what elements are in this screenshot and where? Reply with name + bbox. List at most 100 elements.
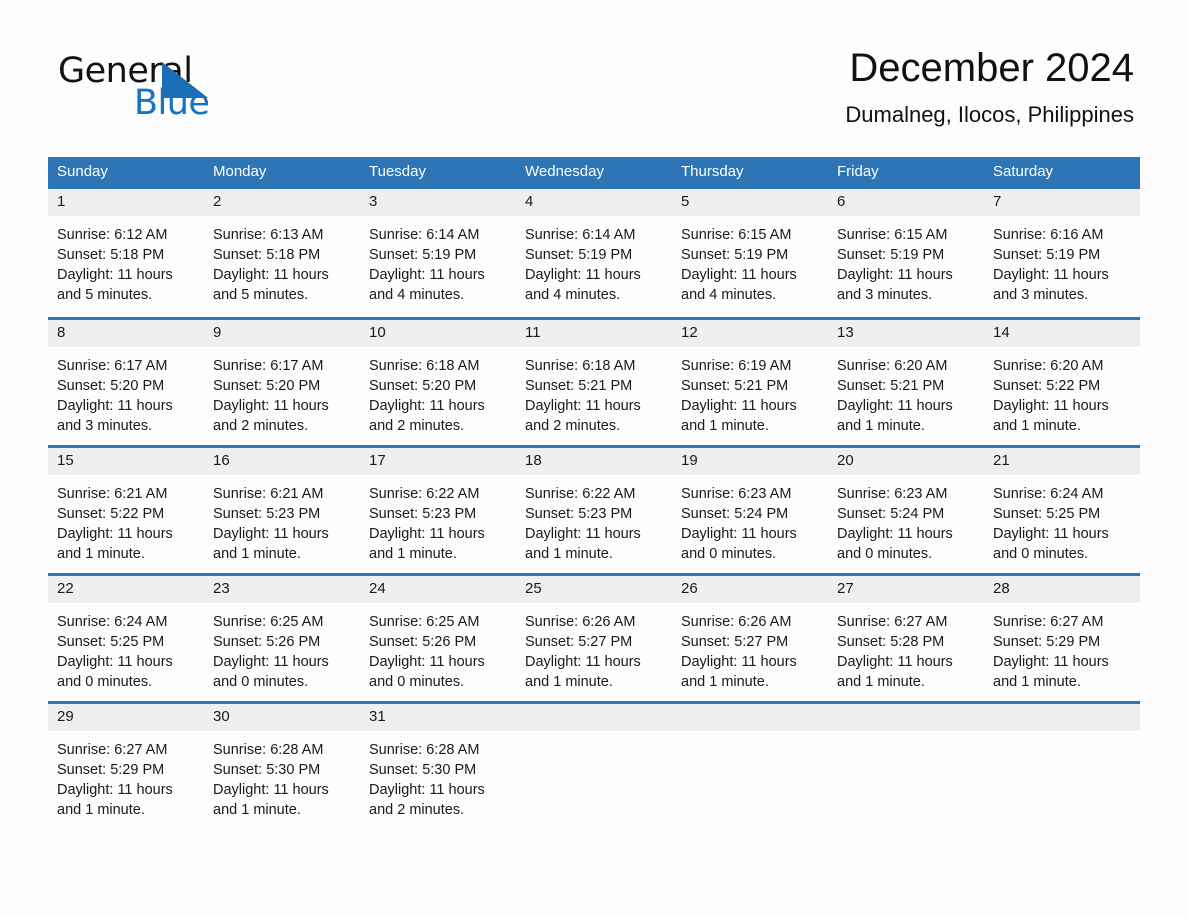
daylight-text-line2: and 0 minutes. bbox=[213, 673, 309, 690]
daylight-text-line2: and 5 minutes. bbox=[57, 286, 153, 303]
calendar-day-cell[interactable]: 1 Sunrise: 6:12 AM Sunset: 5:18 PM Daylight… bbox=[48, 188, 204, 317]
calendar-day-cell[interactable]: 30 Sunrise: 6:28 AM Sunset: 5:30 PM Dayligh… bbox=[204, 700, 360, 829]
daylight-text-line2: and 1 minute. bbox=[57, 801, 145, 818]
calendar-day-cell[interactable]: 26 Sunrise: 6:26 AM Sunset: 5:27 PM Dayligh… bbox=[672, 572, 828, 701]
sunrise-text: Sunrise: 6:14 AM bbox=[525, 226, 636, 243]
calendar-day-cell[interactable]: 22 Sunrise: 6:24 AM Sunset: 5:25 PM Dayligh… bbox=[48, 572, 204, 701]
daylight-text-line2: and 1 minute. bbox=[213, 801, 301, 818]
sunrise-text: Sunrise: 6:21 AM bbox=[57, 485, 168, 502]
daylight-text-line2: and 2 minutes. bbox=[525, 417, 621, 434]
day-details: Sunrise: 6:19 AM Sunset: 5:21 PM Daylight:… bbox=[672, 347, 828, 436]
calendar-day-cell[interactable]: 25 Sunrise: 6:26 AM Sunset: 5:27 PM Dayligh… bbox=[516, 572, 672, 701]
calendar-day-cell[interactable]: 19 Sunrise: 6:23 AM Sunset: 5:24 PM Dayligh… bbox=[672, 444, 828, 573]
calendar-day-cell[interactable]: 9 Sunrise: 6:17 AM Sunset: 5:20 PM Daylight… bbox=[204, 316, 360, 445]
daylight-text-line2: and 1 minute. bbox=[681, 673, 769, 690]
calendar-day-cell[interactable]: 20 Sunrise: 6:23 AM Sunset: 5:24 PM Dayligh… bbox=[828, 444, 984, 573]
calendar-day-cell[interactable]: 18 Sunrise: 6:22 AM Sunset: 5:23 PM Dayligh… bbox=[516, 444, 672, 573]
daylight-text-line1: Daylight: 11 hours bbox=[525, 525, 641, 542]
calendar-day-cell[interactable] bbox=[672, 700, 828, 829]
day-number: 3 bbox=[360, 188, 516, 216]
calendar-day-cell[interactable]: 31 Sunrise: 6:28 AM Sunset: 5:30 PM Dayligh… bbox=[360, 700, 516, 829]
calendar-day-cell[interactable]: 23 Sunrise: 6:25 AM Sunset: 5:26 PM Dayligh… bbox=[204, 572, 360, 701]
day-details: Sunrise: 6:15 AM Sunset: 5:19 PM Daylight:… bbox=[672, 216, 828, 305]
sunrise-text: Sunrise: 6:28 AM bbox=[369, 741, 480, 758]
daylight-text-line1: Daylight: 11 hours bbox=[57, 525, 173, 542]
day-details: Sunrise: 6:28 AM Sunset: 5:30 PM Daylight:… bbox=[204, 731, 360, 820]
sunset-text: Sunset: 5:26 PM bbox=[213, 633, 321, 650]
sunset-text: Sunset: 5:29 PM bbox=[57, 761, 165, 778]
day-number: 27 bbox=[828, 575, 984, 603]
daylight-text-line1: Daylight: 11 hours bbox=[681, 397, 797, 414]
day-details: Sunrise: 6:24 AM Sunset: 5:25 PM Daylight:… bbox=[48, 603, 204, 692]
calendar-day-cell[interactable]: 3 Sunrise: 6:14 AM Sunset: 5:19 PM Daylight… bbox=[360, 188, 516, 317]
calendar-day-cell[interactable]: 5 Sunrise: 6:15 AM Sunset: 5:19 PM Daylight… bbox=[672, 188, 828, 317]
day-number: 28 bbox=[984, 575, 1140, 603]
sunrise-text: Sunrise: 6:24 AM bbox=[57, 613, 168, 630]
sunrise-text: Sunrise: 6:27 AM bbox=[993, 613, 1104, 630]
daylight-text-line2: and 0 minutes. bbox=[681, 545, 777, 562]
day-details: Sunrise: 6:27 AM Sunset: 5:29 PM Daylight:… bbox=[48, 731, 204, 820]
day-details: Sunrise: 6:25 AM Sunset: 5:26 PM Daylight:… bbox=[360, 603, 516, 692]
day-number: 17 bbox=[360, 447, 516, 475]
day-cell-inner: 30 Sunrise: 6:28 AM Sunset: 5:30 PM Dayligh… bbox=[204, 700, 360, 829]
sunset-text: Sunset: 5:22 PM bbox=[57, 505, 165, 522]
calendar-day-cell[interactable]: 11 Sunrise: 6:18 AM Sunset: 5:21 PM Dayligh… bbox=[516, 316, 672, 445]
calendar-body: 1 Sunrise: 6:12 AM Sunset: 5:18 PM Daylight… bbox=[48, 188, 1140, 829]
day-cell-inner: 3 Sunrise: 6:14 AM Sunset: 5:19 PM Daylight… bbox=[360, 188, 516, 317]
calendar-day-cell[interactable] bbox=[984, 700, 1140, 829]
day-details: Sunrise: 6:21 AM Sunset: 5:22 PM Daylight:… bbox=[48, 475, 204, 564]
daylight-text-line1: Daylight: 11 hours bbox=[369, 397, 485, 414]
page-title: December 2024 bbox=[849, 46, 1134, 90]
calendar-day-cell[interactable]: 4 Sunrise: 6:14 AM Sunset: 5:19 PM Daylight… bbox=[516, 188, 672, 317]
day-details: Sunrise: 6:21 AM Sunset: 5:23 PM Daylight:… bbox=[204, 475, 360, 564]
calendar-day-cell[interactable]: 17 Sunrise: 6:22 AM Sunset: 5:23 PM Dayligh… bbox=[360, 444, 516, 573]
weekday-header-friday: Friday bbox=[828, 157, 984, 189]
day-details: Sunrise: 6:17 AM Sunset: 5:20 PM Daylight:… bbox=[48, 347, 204, 436]
day-number: 15 bbox=[48, 447, 204, 475]
generalblue-logo[interactable]: General Blue bbox=[58, 54, 288, 134]
daylight-text-line1: Daylight: 11 hours bbox=[525, 397, 641, 414]
calendar-day-cell[interactable]: 15 Sunrise: 6:21 AM Sunset: 5:22 PM Dayligh… bbox=[48, 444, 204, 573]
calendar-day-cell[interactable]: 12 Sunrise: 6:19 AM Sunset: 5:21 PM Dayligh… bbox=[672, 316, 828, 445]
daylight-text-line1: Daylight: 11 hours bbox=[213, 781, 329, 798]
day-number: 10 bbox=[360, 319, 516, 347]
calendar-day-cell[interactable]: 14 Sunrise: 6:20 AM Sunset: 5:22 PM Dayligh… bbox=[984, 316, 1140, 445]
sunrise-text: Sunrise: 6:23 AM bbox=[837, 485, 948, 502]
day-cell-inner: 5 Sunrise: 6:15 AM Sunset: 5:19 PM Daylight… bbox=[672, 188, 828, 317]
calendar-day-cell[interactable]: 2 Sunrise: 6:13 AM Sunset: 5:18 PM Daylight… bbox=[204, 188, 360, 317]
sunrise-text: Sunrise: 6:26 AM bbox=[681, 613, 792, 630]
calendar-week-row: 8 Sunrise: 6:17 AM Sunset: 5:20 PM Daylight… bbox=[48, 316, 1140, 445]
calendar-day-cell[interactable]: 8 Sunrise: 6:17 AM Sunset: 5:20 PM Daylight… bbox=[48, 316, 204, 445]
sunset-text: Sunset: 5:19 PM bbox=[681, 246, 789, 263]
sunset-text: Sunset: 5:18 PM bbox=[57, 246, 165, 263]
calendar-day-cell[interactable]: 13 Sunrise: 6:20 AM Sunset: 5:21 PM Dayligh… bbox=[828, 316, 984, 445]
calendar-day-cell[interactable]: 16 Sunrise: 6:21 AM Sunset: 5:23 PM Dayligh… bbox=[204, 444, 360, 573]
sunset-text: Sunset: 5:24 PM bbox=[837, 505, 945, 522]
calendar-day-cell[interactable]: 7 Sunrise: 6:16 AM Sunset: 5:19 PM Daylight… bbox=[984, 188, 1140, 317]
calendar-day-cell[interactable]: 6 Sunrise: 6:15 AM Sunset: 5:19 PM Daylight… bbox=[828, 188, 984, 317]
calendar-day-cell[interactable]: 29 Sunrise: 6:27 AM Sunset: 5:29 PM Dayligh… bbox=[48, 700, 204, 829]
day-number: 31 bbox=[360, 703, 516, 731]
page-subtitle-location: Dumalneg, Ilocos, Philippines bbox=[845, 102, 1134, 127]
sunrise-text: Sunrise: 6:18 AM bbox=[369, 357, 480, 374]
calendar-day-cell[interactable] bbox=[516, 700, 672, 829]
day-details: Sunrise: 6:23 AM Sunset: 5:24 PM Daylight:… bbox=[672, 475, 828, 564]
daylight-text-line1: Daylight: 11 hours bbox=[525, 653, 641, 670]
calendar-day-cell[interactable]: 24 Sunrise: 6:25 AM Sunset: 5:26 PM Dayligh… bbox=[360, 572, 516, 701]
daylight-text-line2: and 2 minutes. bbox=[369, 801, 465, 818]
calendar-day-cell[interactable]: 21 Sunrise: 6:24 AM Sunset: 5:25 PM Dayligh… bbox=[984, 444, 1140, 573]
daylight-text-line2: and 4 minutes. bbox=[681, 286, 777, 303]
day-number: 6 bbox=[828, 188, 984, 216]
daylight-text-line1: Daylight: 11 hours bbox=[369, 266, 485, 283]
calendar-day-cell[interactable] bbox=[828, 700, 984, 829]
calendar-day-cell[interactable]: 28 Sunrise: 6:27 AM Sunset: 5:29 PM Dayligh… bbox=[984, 572, 1140, 701]
calendar-day-cell[interactable]: 27 Sunrise: 6:27 AM Sunset: 5:28 PM Dayligh… bbox=[828, 572, 984, 701]
calendar-table: Sunday Monday Tuesday Wednesday Thursday Frid… bbox=[48, 157, 1140, 829]
sunset-text: Sunset: 5:30 PM bbox=[213, 761, 321, 778]
day-details: Sunrise: 6:15 AM Sunset: 5:19 PM Daylight:… bbox=[828, 216, 984, 305]
calendar-week-row: 29 Sunrise: 6:27 AM Sunset: 5:29 PM Dayligh… bbox=[48, 700, 1140, 829]
day-details: Sunrise: 6:17 AM Sunset: 5:20 PM Daylight:… bbox=[204, 347, 360, 436]
daylight-text-line1: Daylight: 11 hours bbox=[837, 397, 953, 414]
title-block: December 2024 Dumalneg, Ilocos, Philippi… bbox=[845, 44, 1134, 128]
calendar-day-cell[interactable]: 10 Sunrise: 6:18 AM Sunset: 5:20 PM Dayligh… bbox=[360, 316, 516, 445]
